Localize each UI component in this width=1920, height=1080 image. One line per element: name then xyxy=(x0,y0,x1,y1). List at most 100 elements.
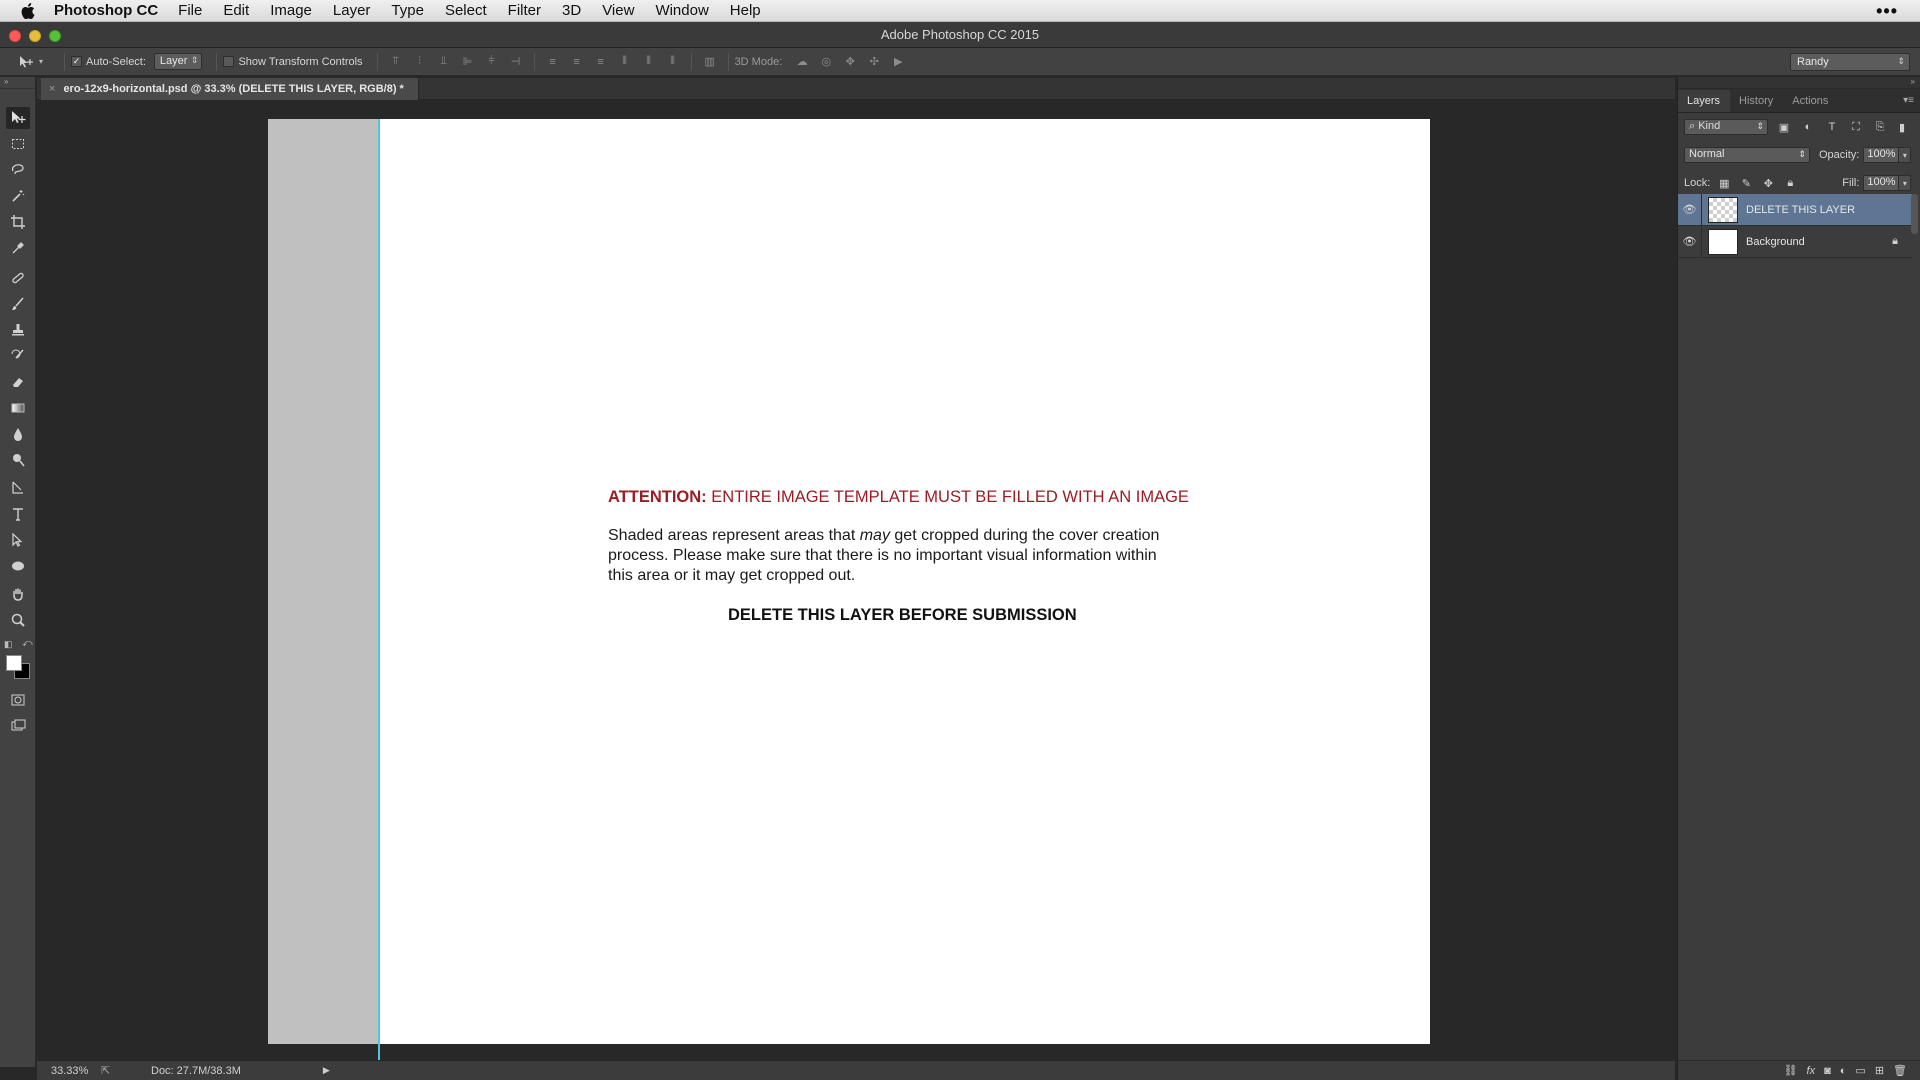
blur-tool-icon[interactable] xyxy=(6,423,30,445)
link-layers-icon[interactable]: ⛓ xyxy=(1784,1064,1798,1077)
distribute-top-icon[interactable]: ≡ xyxy=(545,54,561,70)
menu-filter[interactable]: Filter xyxy=(508,2,541,19)
menu-window[interactable]: Window xyxy=(655,2,708,19)
layer-row[interactable]: 👁︎ DELETE THIS LAYER xyxy=(1678,193,1912,226)
swap-colors-icon[interactable]: ⤺ xyxy=(22,638,33,649)
tab-layers[interactable]: Layers xyxy=(1678,90,1731,112)
crop-tool-icon[interactable] xyxy=(6,211,30,233)
panel-collapse-icon[interactable]: » xyxy=(1678,77,1920,89)
lasso-tool-icon[interactable] xyxy=(6,159,30,181)
eraser-tool-icon[interactable] xyxy=(6,371,30,393)
filter-pixel-icon[interactable]: ▣ xyxy=(1776,119,1792,135)
marquee-tool-icon[interactable] xyxy=(6,133,30,155)
clone-stamp-tool-icon[interactable] xyxy=(6,319,30,341)
layer-style-fx-icon[interactable]: fx xyxy=(1807,1065,1816,1077)
visibility-eye-icon[interactable]: 👁︎ xyxy=(1678,225,1702,258)
filter-type-icon[interactable]: T xyxy=(1824,119,1840,135)
distribute-hcenter-icon[interactable]: ⦀ xyxy=(641,54,657,70)
3d-camera-icon[interactable]: ▶ xyxy=(890,54,906,70)
align-bottom-icon[interactable]: ⫫ xyxy=(436,54,452,70)
workspace-switcher[interactable]: Randy xyxy=(1790,53,1910,71)
fill-field[interactable]: 100% xyxy=(1863,175,1900,191)
align-right-icon[interactable]: ⊣ xyxy=(508,54,524,70)
tab-actions[interactable]: Actions xyxy=(1783,95,1838,112)
zoom-level-field[interactable]: 33.33% xyxy=(51,1065,95,1077)
align-hcenter-icon[interactable]: ⫩ xyxy=(484,54,500,70)
filter-shape-icon[interactable]: ⛶ xyxy=(1848,119,1864,135)
brush-tool-icon[interactable] xyxy=(6,293,30,315)
opacity-field[interactable]: 100% xyxy=(1863,147,1900,163)
lock-transparency-icon[interactable]: ▦ xyxy=(1716,175,1732,191)
auto-select-dropdown[interactable]: Layer xyxy=(153,53,203,70)
3d-roll-icon[interactable]: ◎ xyxy=(818,54,834,70)
guide-line[interactable] xyxy=(378,119,380,1060)
ellipse-tool-icon[interactable] xyxy=(6,555,30,577)
filter-adjustment-icon[interactable]: ◐ xyxy=(1800,119,1816,135)
filter-smart-object-icon[interactable]: ⎘ xyxy=(1872,119,1888,135)
menu-3d[interactable]: 3D xyxy=(562,2,581,19)
magic-wand-tool-icon[interactable] xyxy=(6,185,30,207)
menu-layer[interactable]: Layer xyxy=(333,2,371,19)
panel-collapse-icon[interactable]: » xyxy=(0,77,35,89)
foreground-color-swatch[interactable] xyxy=(6,655,22,671)
menu-type[interactable]: Type xyxy=(391,2,424,19)
blend-mode-dropdown[interactable]: Normal xyxy=(1684,147,1810,163)
menu-edit[interactable]: Edit xyxy=(223,2,249,19)
lock-position-icon[interactable]: ✥ xyxy=(1760,175,1776,191)
hand-tool-icon[interactable] xyxy=(6,583,30,605)
3d-slide-icon[interactable]: ✣ xyxy=(866,54,882,70)
3d-drag-icon[interactable]: ✥ xyxy=(842,54,858,70)
distribute-bottom-icon[interactable]: ≡ xyxy=(593,54,609,70)
app-menu[interactable]: Photoshop CC xyxy=(54,2,158,19)
document-canvas[interactable]: ATTENTION: ENTIRE IMAGE TEMPLATE MUST BE… xyxy=(268,119,1430,1060)
opacity-slider-toggle-icon[interactable]: ▾ xyxy=(1899,147,1912,163)
lock-image-pixels-icon[interactable]: ✎ xyxy=(1738,175,1754,191)
menu-image[interactable]: Image xyxy=(270,2,312,19)
default-colors-icon[interactable]: ◧ xyxy=(4,639,13,650)
canvas-workspace[interactable]: ATTENTION: ENTIRE IMAGE TEMPLATE MUST BE… xyxy=(37,101,1675,1060)
gradient-tool-icon[interactable] xyxy=(6,397,30,419)
delete-layer-icon[interactable]: 🗑︎ xyxy=(1893,1064,1907,1077)
layer-filter-kind-dropdown[interactable]: ⌕ Kind xyxy=(1684,119,1768,135)
healing-brush-tool-icon[interactable] xyxy=(6,267,30,289)
layer-row[interactable]: 👁︎ Background 🔒︎ xyxy=(1678,225,1912,258)
layer-name[interactable]: Background xyxy=(1746,236,1805,248)
lock-all-icon[interactable]: 🔒︎ xyxy=(1782,175,1798,191)
align-top-icon[interactable]: ⫪ xyxy=(388,54,404,70)
history-brush-tool-icon[interactable] xyxy=(6,345,30,367)
move-tool-icon[interactable] xyxy=(6,107,30,129)
close-window-button[interactable] xyxy=(9,30,21,42)
more-menu-icon[interactable]: ••• xyxy=(1876,0,1898,22)
dodge-tool-icon[interactable] xyxy=(6,449,30,471)
panel-scrollbar[interactable] xyxy=(1911,194,1918,234)
auto-select-checkbox[interactable]: ✓ xyxy=(71,56,82,67)
layer-name[interactable]: DELETE THIS LAYER xyxy=(1746,204,1855,216)
auto-align-icon[interactable]: ▥ xyxy=(702,54,718,70)
share-icon[interactable]: ⇱ xyxy=(101,1064,115,1077)
screen-mode-icon[interactable] xyxy=(6,715,30,737)
pen-tool-icon[interactable] xyxy=(6,477,30,499)
new-layer-icon[interactable]: ⊞ xyxy=(1875,1064,1884,1077)
menu-help[interactable]: Help xyxy=(730,2,761,19)
close-tab-icon[interactable]: × xyxy=(49,83,55,95)
tab-history[interactable]: History xyxy=(1730,95,1783,112)
3d-rotate-icon[interactable]: ☁ xyxy=(794,54,810,70)
fill-slider-toggle-icon[interactable]: ▾ xyxy=(1899,175,1912,191)
distribute-left-icon[interactable]: ⦀ xyxy=(617,54,633,70)
quick-mask-icon[interactable] xyxy=(6,689,30,711)
apple-menu-icon[interactable] xyxy=(18,1,38,21)
new-group-icon[interactable]: ▭ xyxy=(1855,1064,1865,1077)
menu-view[interactable]: View xyxy=(602,2,634,19)
filter-toggle-icon[interactable]: ▮ xyxy=(1894,119,1910,135)
new-adjustment-layer-icon[interactable]: ◐ xyxy=(1840,1065,1847,1077)
eyedropper-tool-icon[interactable] xyxy=(6,237,30,259)
menu-select[interactable]: Select xyxy=(445,2,487,19)
align-left-icon[interactable]: ⊫ xyxy=(460,54,476,70)
path-selection-tool-icon[interactable] xyxy=(6,529,30,551)
minimize-window-button[interactable] xyxy=(29,30,41,42)
show-transform-checkbox[interactable] xyxy=(223,56,235,67)
tool-preset-picker[interactable]: ▾ xyxy=(18,52,58,72)
status-menu-arrow-icon[interactable]: ▶ xyxy=(323,1065,330,1076)
document-tab[interactable]: × ero-12x9-horizontal.psd @ 33.3% (DELET… xyxy=(41,78,419,100)
zoom-tool-icon[interactable] xyxy=(6,609,30,631)
